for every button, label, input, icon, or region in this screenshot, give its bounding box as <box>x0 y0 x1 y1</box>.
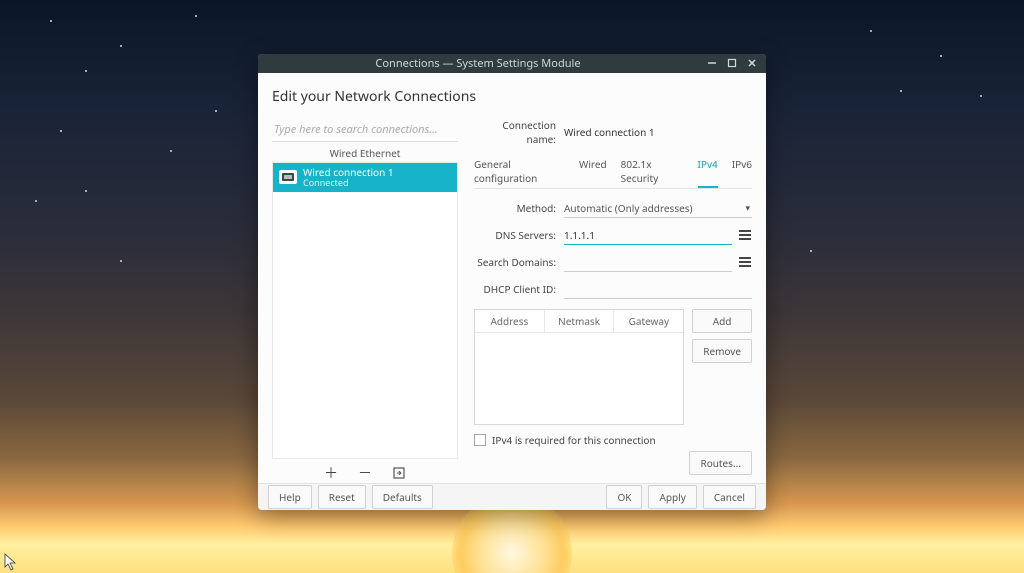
page-heading: Edit your Network Connections <box>272 83 752 118</box>
cancel-button[interactable]: Cancel <box>703 485 756 509</box>
maximize-icon[interactable] <box>726 57 738 69</box>
method-select[interactable]: Automatic (Only addresses) <box>564 199 752 218</box>
method-label: Method: <box>474 201 564 215</box>
dhcp-client-id-label: DHCP Client ID: <box>474 282 564 296</box>
export-connection-button[interactable] <box>391 465 407 481</box>
address-table[interactable]: Address Netmask Gateway <box>474 309 684 425</box>
titlebar[interactable]: Connections — System Settings Module <box>258 54 766 73</box>
tab-ipv4[interactable]: IPv4 <box>698 154 718 188</box>
window-title: Connections — System Settings Module <box>258 56 698 71</box>
help-button[interactable]: Help <box>268 485 312 509</box>
col-netmask: Netmask <box>545 310 615 332</box>
ipv4-required-label: IPv4 is required for this connection <box>492 433 656 447</box>
dns-servers-input[interactable] <box>564 226 732 245</box>
tab-general[interactable]: General configuration <box>474 154 565 188</box>
dns-servers-label: DNS Servers: <box>474 228 564 242</box>
ipv4-required-checkbox[interactable] <box>474 434 486 446</box>
tab-wired[interactable]: Wired <box>579 154 607 188</box>
reset-button[interactable]: Reset <box>318 485 366 509</box>
connection-name-label: Connection name: <box>474 118 564 146</box>
search-domains-edit-list-icon[interactable] <box>738 255 752 269</box>
settings-window: Connections — System Settings Module Edi… <box>258 54 766 510</box>
connection-group-header: Wired Ethernet <box>272 142 458 162</box>
remove-address-button[interactable]: Remove <box>692 339 752 363</box>
add-connection-button[interactable]: ＋ <box>323 465 339 481</box>
connection-status: Connected <box>303 178 394 188</box>
routes-button[interactable]: Routes... <box>689 451 752 475</box>
connection-list-item[interactable]: Wired connection 1 Connected <box>273 163 457 192</box>
ok-button[interactable]: OK <box>606 485 642 509</box>
cursor-icon <box>4 553 18 571</box>
apply-button[interactable]: Apply <box>648 485 696 509</box>
tabs: General configuration Wired 802.1x Secur… <box>474 154 752 189</box>
add-address-button[interactable]: Add <box>692 309 752 333</box>
search-domains-label: Search Domains: <box>474 255 564 269</box>
tab-ipv6[interactable]: IPv6 <box>732 154 752 188</box>
dns-edit-list-icon[interactable] <box>738 228 752 242</box>
col-gateway: Gateway <box>614 310 683 332</box>
close-icon[interactable] <box>746 57 758 69</box>
minimize-icon[interactable] <box>706 57 718 69</box>
defaults-button[interactable]: Defaults <box>372 485 433 509</box>
ethernet-icon <box>279 170 297 184</box>
remove-connection-button[interactable]: － <box>357 465 373 481</box>
connection-list[interactable]: Wired connection 1 Connected <box>272 162 458 459</box>
tab-8021x[interactable]: 802.1x Security <box>621 154 684 188</box>
connection-name-value: Wired connection 1 <box>564 125 655 139</box>
col-address: Address <box>475 310 545 332</box>
dialog-footer: Help Reset Defaults OK Apply Cancel <box>258 483 766 510</box>
dhcp-client-id-input[interactable] <box>564 280 752 299</box>
search-domains-input[interactable] <box>564 253 732 272</box>
search-connections-input[interactable] <box>272 118 458 142</box>
